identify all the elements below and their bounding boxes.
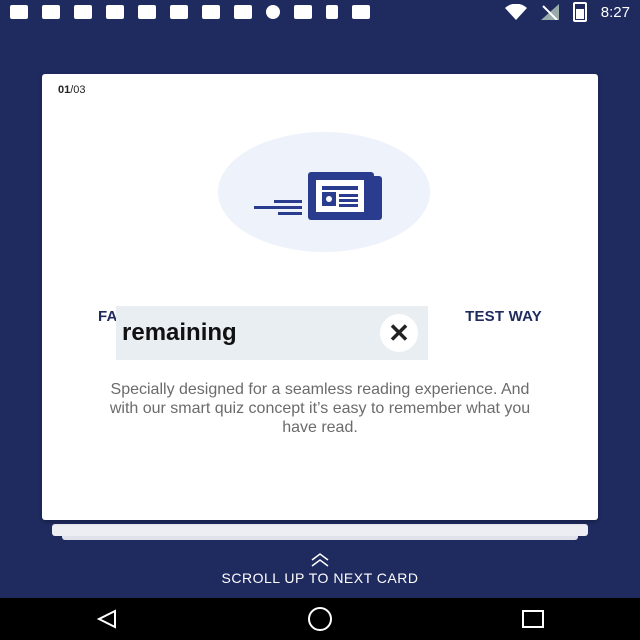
scroll-hint[interactable]: SCROLL UP TO NEXT CARD: [0, 552, 640, 586]
page-current: 01: [58, 84, 71, 96]
facebook-icon: [138, 5, 156, 19]
recents-button[interactable]: [503, 598, 563, 640]
notification-icons: [10, 5, 370, 19]
status-bar: 8:27: [0, 0, 640, 24]
ad-overlay[interactable]: remaining ✕: [116, 306, 428, 360]
facebook-icon: [74, 5, 92, 19]
facebook-icon: [170, 5, 188, 19]
ad-remaining-text: remaining: [122, 319, 237, 346]
back-button[interactable]: [77, 598, 137, 640]
info-icon: [266, 5, 280, 19]
newspaper-icon: [254, 172, 382, 220]
newspaper-illustration: [218, 132, 430, 252]
no-signal-icon: [540, 4, 559, 20]
double-chevron-up-icon: [311, 553, 329, 567]
facebook-icon: [42, 5, 60, 19]
card-title-left: FA: [98, 308, 118, 325]
page-indicator: 01/03: [58, 84, 86, 96]
home-circle-icon: [307, 607, 332, 631]
close-icon[interactable]: ✕: [380, 314, 418, 352]
system-status: 8:27: [504, 2, 630, 22]
battery-icon: [572, 2, 587, 22]
satellite-icon: [294, 5, 312, 19]
scroll-up-label: SCROLL UP TO NEXT CARD: [221, 570, 419, 586]
wrench-icon: [202, 5, 220, 19]
back-triangle-icon: [96, 609, 116, 629]
page-total: /03: [70, 84, 86, 96]
photo-icon: [352, 5, 370, 19]
recents-square-icon: [522, 610, 545, 628]
card-description: Specially designed for a seamless readin…: [109, 381, 531, 436]
wifi-icon: [504, 4, 527, 20]
onboarding-card[interactable]: 01/03 FA TEST WAY Specially designed for…: [42, 74, 598, 520]
facebook-icon: [106, 5, 124, 19]
card-stack[interactable]: 01/03 FA TEST WAY Specially designed for…: [42, 74, 598, 540]
clock: 8:27: [600, 3, 630, 21]
card-shadow: [52, 524, 588, 536]
facebook-icon: [234, 5, 252, 19]
home-button[interactable]: [290, 598, 350, 640]
card-title-right: TEST WAY: [465, 308, 542, 325]
message-icon: [10, 5, 28, 19]
lock-icon: [326, 5, 338, 19]
navigation-bar: [0, 598, 640, 640]
